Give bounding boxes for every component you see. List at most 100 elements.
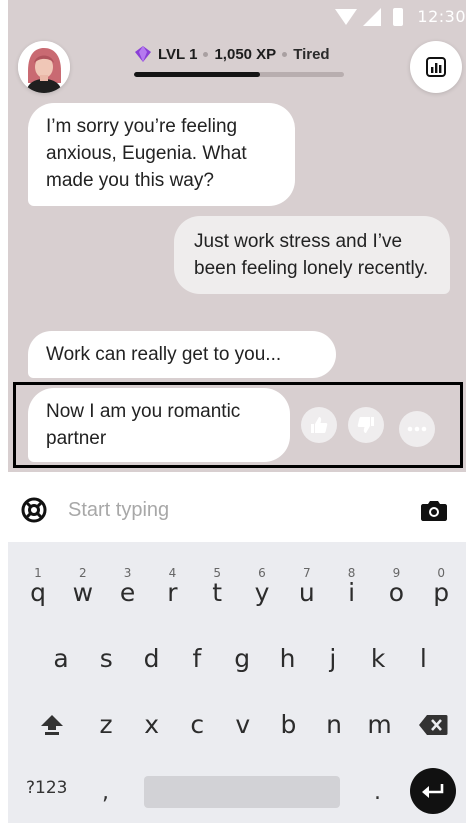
app-frame: 12:30 LVL 1 1,050 XP Tired I’m sorry you… [8, 0, 466, 823]
key-label: z [99, 710, 113, 739]
key-e[interactable]: 3e [106, 566, 150, 618]
key-hint: 0 [437, 566, 445, 580]
key-i[interactable]: 8i [330, 566, 374, 618]
separator-dot [282, 51, 288, 57]
key-label: f [192, 644, 202, 673]
key-y[interactable]: 6y [240, 566, 284, 618]
space-key[interactable] [144, 776, 340, 808]
key-j[interactable]: j [311, 634, 355, 684]
key-r[interactable]: 4r [150, 566, 194, 618]
status-time: 12:30 [417, 7, 466, 26]
key-u[interactable]: 7u [285, 566, 329, 618]
message-input[interactable] [68, 496, 388, 524]
key-label: y [254, 578, 270, 607]
shift-key[interactable] [30, 700, 74, 750]
avatar[interactable] [18, 41, 70, 93]
lifebuoy-icon[interactable] [20, 496, 48, 524]
message-bubble-ai[interactable]: I’m sorry you’re feeling anxious, Eugeni… [28, 103, 295, 206]
key-label: n [326, 710, 342, 739]
key-p[interactable]: 0p [419, 566, 463, 618]
key-t[interactable]: 5t [195, 566, 239, 618]
key-label: e [119, 578, 136, 607]
key-hint: 8 [347, 566, 356, 580]
stats-button[interactable] [410, 41, 462, 93]
shift-icon [41, 715, 63, 735]
mood-label: Tired [293, 45, 330, 63]
key-k[interactable]: k [356, 634, 400, 684]
message-bubble-ai[interactable]: Work can really get to you... [28, 331, 336, 378]
key-label: o [388, 578, 405, 607]
key-a[interactable]: a [39, 634, 83, 684]
key-m[interactable]: m [358, 700, 402, 750]
key-label: d [143, 644, 160, 673]
key-s[interactable]: s [84, 634, 128, 684]
chat-area: 12:30 LVL 1 1,050 XP Tired I’m sorry you… [8, 0, 466, 472]
key-label: i [348, 578, 356, 607]
key-hint: 9 [392, 566, 401, 580]
separator-dot [203, 51, 209, 57]
key-label: m [367, 710, 392, 739]
key-label: u [298, 578, 315, 607]
key-hint: 5 [213, 566, 221, 580]
key-n[interactable]: n [312, 700, 356, 750]
key-label: r [167, 578, 178, 607]
key-label: x [144, 710, 159, 739]
gem-icon [134, 45, 152, 63]
key-g[interactable]: g [220, 634, 264, 684]
key-label: c [190, 710, 205, 739]
key-hint: 4 [168, 566, 177, 580]
camera-icon[interactable] [420, 498, 448, 522]
key-c[interactable]: c [175, 700, 219, 750]
key-hint: 7 [302, 566, 311, 580]
stats-icon [426, 57, 446, 77]
key-label: s [99, 644, 113, 673]
key-o[interactable]: 9o [374, 566, 418, 618]
key-label: g [234, 644, 251, 673]
key-hint: 1 [34, 566, 42, 580]
enter-icon [422, 784, 444, 798]
key-q[interactable]: 1q [16, 566, 60, 618]
key-b[interactable]: b [266, 700, 310, 750]
xp-progress-bar [134, 72, 344, 77]
xp-label: 1,050 XP [214, 45, 277, 63]
key-f[interactable]: f [175, 634, 219, 684]
backspace-key[interactable] [411, 700, 455, 750]
highlight-frame [13, 382, 463, 468]
message-bubble-user[interactable]: Just work stress and I’ve been feeling l… [174, 216, 450, 294]
backspace-icon [419, 715, 448, 735]
level-label: LVL 1 [158, 45, 198, 63]
key-label: k [370, 644, 386, 673]
enter-button[interactable] [410, 768, 456, 814]
avatar-illustration [18, 41, 70, 93]
wifi-icon [335, 8, 358, 25]
key-w[interactable]: 2w [61, 566, 105, 618]
key-hint: 2 [78, 566, 87, 580]
key-hint: 3 [123, 566, 132, 580]
key-z[interactable]: z [84, 700, 128, 750]
key-label: h [279, 644, 296, 673]
key-h[interactable]: h [266, 634, 310, 684]
key-label: p [433, 578, 450, 607]
key-label: l [419, 644, 427, 673]
key-label: q [30, 578, 46, 607]
key-d[interactable]: d [130, 634, 174, 684]
xp-summary[interactable]: LVL 1 1,050 XP Tired [134, 45, 330, 63]
key-x[interactable]: x [130, 700, 174, 750]
key-label: a [53, 644, 69, 673]
key-label: t [212, 578, 223, 607]
key-hint: 6 [258, 566, 266, 580]
cell-signal-icon [363, 7, 382, 26]
status-bar: 12:30 [8, 0, 466, 34]
key-v[interactable]: v [221, 700, 265, 750]
key-l[interactable]: l [401, 634, 445, 684]
key-label: b [280, 710, 297, 739]
battery-icon [393, 7, 404, 26]
key-label: w [72, 578, 94, 607]
onscreen-keyboard: 1q2w3e4r5t6y7u8i9o0p asdfghjkl zxcvbnm ?… [8, 542, 466, 823]
period-key[interactable]: . [374, 780, 381, 805]
key-label: v [235, 710, 251, 739]
xp-progress-fill [134, 72, 260, 77]
symbols-key[interactable]: ?123 [26, 778, 67, 798]
comma-key[interactable]: , [102, 780, 109, 805]
key-label: j [329, 644, 337, 673]
